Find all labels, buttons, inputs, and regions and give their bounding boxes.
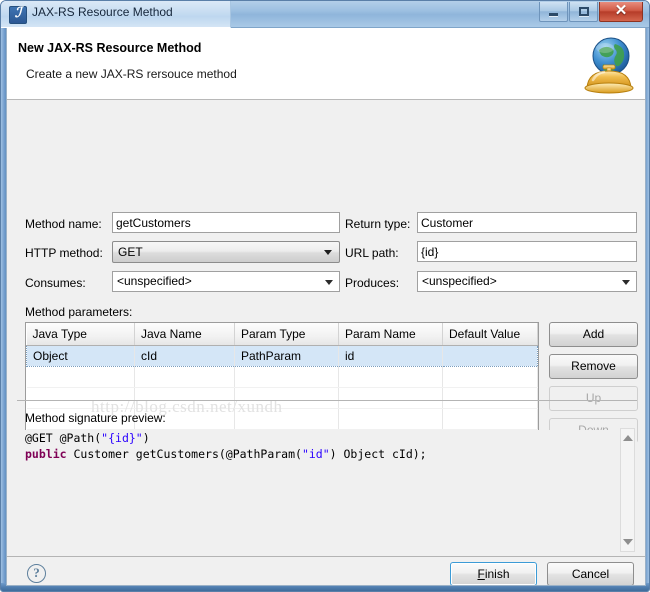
table-cell[interactable]: PathParam [234,344,339,367]
window-titlebar[interactable]: ℐ JAX-RS Resource Method ✕ [1,1,649,28]
table-row-empty[interactable] [26,366,538,388]
help-button[interactable]: ? [27,564,46,583]
help-icon: ? [33,565,40,580]
table-cell-empty [234,408,339,430]
table-cell-empty [26,387,135,409]
table-cell-empty [442,387,538,409]
table-cell-empty [442,408,538,430]
table-cell-empty [338,387,443,409]
jaxrs-app-icon-glyph: ℐ [14,6,22,21]
table-cell-empty [134,366,235,388]
consumes-combo[interactable]: <unspecified> [112,271,340,292]
produces-combo[interactable]: <unspecified> [417,271,637,292]
page-subtitle: Create a new JAX-RS rersouce method [26,67,237,81]
globe-with-service-bell-icon [577,30,639,96]
table-cell-empty [234,387,339,409]
table-cell-empty [338,366,443,388]
http-method-combo[interactable]: GET [112,241,340,263]
table-cell-empty [26,366,135,388]
preview-line1-tail: ) [142,431,150,445]
preview-param-string: "id" [301,447,330,461]
table-cell[interactable]: Object [26,344,135,367]
return-type-label: Return type: [345,217,411,231]
section-divider [17,400,637,401]
chevron-down-icon [324,250,332,255]
table-column-header[interactable]: Java Type [26,323,135,346]
consumes-value: <unspecified> [117,274,192,288]
close-icon: ✕ [614,3,628,19]
jaxrs-resource-method-dialog: ℐ JAX-RS Resource Method ✕ New JAX-RS Re… [0,0,650,592]
http-method-value: GET [118,245,143,259]
scroll-up-icon[interactable] [623,435,633,441]
window-title: JAX-RS Resource Method [32,5,173,19]
table-column-header[interactable]: Java Name [134,323,235,346]
return-type-input[interactable] [417,212,637,233]
url-path-label: URL path: [345,246,399,260]
close-button[interactable]: ✕ [599,2,643,22]
consumes-label: Consumes: [25,276,86,290]
table-cell[interactable] [442,344,538,367]
finish-mnemonic: F [477,567,485,581]
table-cell-empty [134,387,235,409]
wizard-banner: New JAX-RS Resource Method Create a new … [7,28,645,100]
jaxrs-app-icon: ℐ [9,6,27,24]
minimize-button[interactable] [539,2,568,22]
preview-scrollbar[interactable] [620,428,635,552]
finish-label-rest: inish [484,567,510,581]
chevron-down-icon [622,280,630,285]
chevron-down-icon [325,280,333,285]
table-cell-empty [338,408,443,430]
table-cell[interactable]: id [338,344,443,367]
method-parameters-label: Method parameters: [25,305,133,319]
table-cell[interactable]: cId [134,344,235,367]
preview-line2-a: Customer getCustomers(@PathParam( [66,447,302,461]
add-parameter-button[interactable]: Add [549,322,638,347]
method-name-input[interactable] [112,212,340,233]
page-title: New JAX-RS Resource Method [18,41,202,55]
preview-keyword: public [25,447,67,461]
table-column-header[interactable]: Default Value [442,323,538,346]
table-header-row: Java Type Java Name Param Type Param Name De… [26,323,538,346]
table-column-header[interactable]: Param Name [338,323,443,346]
move-up-button[interactable]: Up [549,386,638,411]
dialog-footer: ? Finish Cancel [7,557,645,585]
preview-path-string: "{id}" [101,431,143,445]
method-name-label: Method name: [25,217,102,231]
table-cell-empty [234,366,339,388]
preview-annotation: @GET @Path( [25,431,102,445]
finish-button[interactable]: Finish [450,562,537,585]
method-signature-preview: @GET @Path("{id}") public Customer getCu… [25,430,637,550]
maximize-button[interactable] [569,2,598,22]
cancel-button[interactable]: Cancel [547,562,634,585]
table-row-empty[interactable] [26,387,538,409]
table-row[interactable]: Object cId PathParam id [26,344,538,367]
dialog-client-area: New JAX-RS Resource Method Create a new … [6,28,646,586]
scroll-down-icon[interactable] [623,539,633,545]
table-cell-empty [442,366,538,388]
minimize-icon [540,2,567,21]
maximize-icon [570,2,597,21]
url-path-input[interactable] [417,241,637,262]
preview-line2-b: ) Object cId); [329,447,427,461]
produces-label: Produces: [345,276,400,290]
table-column-header[interactable]: Param Type [234,323,339,346]
http-method-label: HTTP method: [25,246,103,260]
method-signature-preview-label: Method signature preview: [25,411,166,425]
produces-value: <unspecified> [422,274,497,288]
remove-parameter-button[interactable]: Remove [549,354,638,379]
